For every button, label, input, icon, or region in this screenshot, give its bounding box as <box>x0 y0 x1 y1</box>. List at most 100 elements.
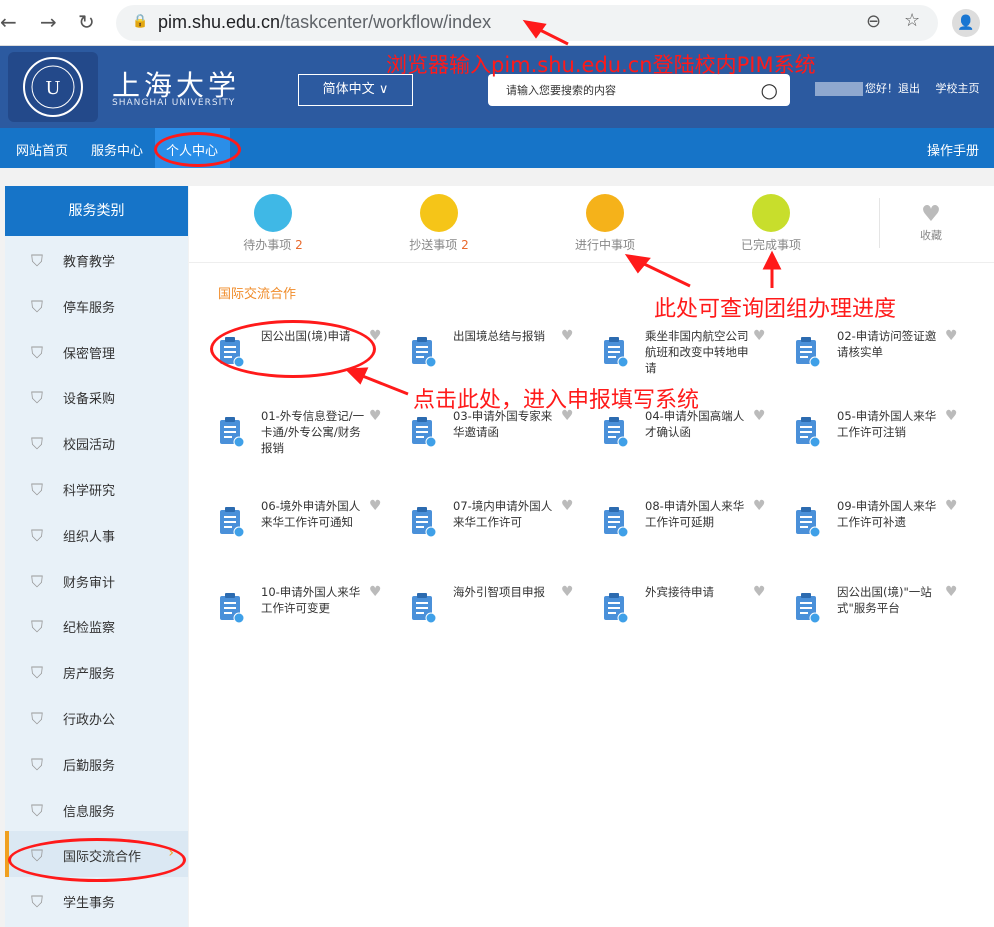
clipboard-icon <box>220 417 245 448</box>
bookmark-star-icon[interactable]: ☆ <box>904 10 920 31</box>
stat-cc[interactable]: 抄送事项 2 <box>379 194 499 253</box>
clipboard-icon <box>796 337 821 368</box>
greeting: 您好！ <box>865 82 898 95</box>
sidebar-item-procurement[interactable]: ⛉ 设备采购 <box>5 373 188 419</box>
clock-icon <box>254 194 292 232</box>
clipboard-icon <box>604 417 629 448</box>
stat-label: 抄送事项 <box>409 238 458 252</box>
shield-icon: ⛉ <box>31 892 44 912</box>
sidebar-item-admin[interactable]: ⛉ 行政办公 <box>5 694 188 740</box>
shield-icon: ⛉ <box>31 800 44 820</box>
heart-icon[interactable]: ♥ <box>369 408 382 424</box>
service-card[interactable]: 09-申请外国人来华工作许可补遗 ♥ <box>795 498 965 568</box>
service-card-label: 10-申请外国人来华工作许可变更 <box>261 585 361 615</box>
service-card[interactable]: 07-境内申请外国人来华工作许可 ♥ <box>411 498 581 568</box>
nav-manual[interactable]: 操作手册 <box>927 140 979 159</box>
sidebar-item-label: 后勤服务 <box>63 758 116 774</box>
service-card[interactable]: 01-外专信息登记/一卡通/外专公寓/财务报销 ♥ <box>219 408 389 478</box>
service-card[interactable]: 02-申请访问签证邀请核实单 ♥ <box>795 328 965 398</box>
service-card[interactable]: 08-申请外国人来华工作许可延期 ♥ <box>603 498 773 568</box>
zoom-icon[interactable]: ⊖ <box>866 11 881 32</box>
stat-todo[interactable]: 待办事项 2 <box>213 194 333 253</box>
sidebar-item-housing[interactable]: ⛉ 房产服务 <box>5 648 188 694</box>
heart-icon[interactable]: ♥ <box>753 408 766 424</box>
stat-completed[interactable]: 已完成事项 <box>711 194 831 253</box>
sidebar-item-campus[interactable]: ⛉ 校园活动 <box>5 419 188 465</box>
heart-icon[interactable]: ♥ <box>945 498 958 514</box>
service-card[interactable]: 04-申请外国高端人才确认函 ♥ <box>603 408 773 478</box>
heart-icon[interactable]: ♥ <box>945 584 958 600</box>
annotation-click: 点击此处，进入申报填写系统 <box>413 388 700 413</box>
nav-service-center[interactable]: 服务中心 <box>91 140 143 159</box>
heart-icon[interactable]: ♥ <box>369 498 382 514</box>
shield-icon: ⛉ <box>31 479 44 499</box>
sidebar-item-secrecy[interactable]: ⛉ 保密管理 <box>5 328 188 374</box>
sidebar-item-student[interactable]: ⛉ 学生事务 <box>5 877 188 923</box>
school-home-link[interactable]: 学校主页 <box>936 82 980 95</box>
nav-home[interactable]: 网站首页 <box>16 140 68 159</box>
username-redacted <box>815 82 863 96</box>
sidebar-item-label: 教育教学 <box>63 255 116 270</box>
sidebar-item-education[interactable]: ⛉ 教育教学 <box>5 236 188 282</box>
sidebar-item-label: 设备采购 <box>63 392 116 408</box>
clipboard-icon <box>604 507 629 538</box>
url-path: /taskcenter/workflow/index <box>280 12 492 32</box>
sidebar-item-label: 房产服务 <box>63 667 116 683</box>
clipboard-icon <box>220 507 245 538</box>
sidebar: 服务类别 ⛉ 教育教学 ⛉ 停车服务 ⛉ 保密管理 ⛉ 设备采购 ⛉ 校园活动 ⛉ 科学研究… <box>5 186 188 927</box>
favorites-label: 收藏 <box>920 229 942 242</box>
service-card[interactable]: 因公出国(境)"一站式"服务平台 ♥ <box>795 584 965 654</box>
shield-icon: ⛉ <box>31 525 44 545</box>
service-card-label: 出国境总结与报销 <box>453 329 545 343</box>
sidebar-item-label: 学生事务 <box>63 896 116 912</box>
stat-label: 待办事项 <box>243 238 292 252</box>
back-icon[interactable]: ← <box>0 10 17 34</box>
sidebar-item-personnel[interactable]: ⛉ 组织人事 <box>5 511 188 557</box>
service-card[interactable]: 06-境外申请外国人来华工作许可通知 ♥ <box>219 498 389 568</box>
heart-icon[interactable]: ♥ <box>561 584 574 600</box>
service-card[interactable]: 03-申请外国专家来华邀请函 ♥ <box>411 408 581 478</box>
heart-icon[interactable]: ♥ <box>369 584 382 600</box>
sidebar-item-logistics[interactable]: ⛉ 后勤服务 <box>5 740 188 786</box>
stat-label: 进行中事项 <box>574 238 635 252</box>
heart-icon[interactable]: ♥ <box>945 408 958 424</box>
university-seal-icon: U <box>8 52 98 122</box>
favorites-button[interactable]: ♥ 收藏 <box>879 202 983 243</box>
address-bar[interactable]: 🔒 pim.shu.edu.cn/taskcenter/workflow/ind… <box>116 5 938 41</box>
service-card[interactable]: 05-申请外国人来华工作许可注销 ♥ <box>795 408 965 478</box>
service-card-label: 外宾接待申请 <box>645 585 714 599</box>
sidebar-item-research[interactable]: ⛉ 科学研究 <box>5 465 188 511</box>
stat-count: 2 <box>295 238 303 252</box>
clipboard-icon <box>412 337 437 368</box>
browser-bar: ← → ↻ 🔒 pim.shu.edu.cn/taskcenter/workfl… <box>0 0 994 46</box>
shield-icon: ⛉ <box>31 663 44 683</box>
sidebar-item-label: 行政办公 <box>63 712 116 728</box>
service-card[interactable]: 海外引智项目申报 ♥ <box>411 584 581 654</box>
clipboard-icon <box>796 417 821 448</box>
heart-icon[interactable]: ♥ <box>561 328 574 344</box>
reload-icon[interactable]: ↻ <box>78 10 95 34</box>
heart-icon[interactable]: ♥ <box>753 584 766 600</box>
service-card[interactable]: 10-申请外国人来华工作许可变更 ♥ <box>219 584 389 654</box>
service-card-label: 海外引智项目申报 <box>453 585 545 599</box>
search-icon[interactable]: ○ <box>761 78 778 102</box>
clipboard-icon <box>796 507 821 538</box>
forward-icon[interactable]: → <box>40 10 57 34</box>
profile-icon[interactable]: 👤 <box>952 9 980 37</box>
clipboard-icon <box>412 593 437 624</box>
shield-icon: ⛉ <box>31 342 44 362</box>
heart-icon[interactable]: ♥ <box>753 498 766 514</box>
clipboard-icon <box>412 417 437 448</box>
send-icon <box>420 194 458 232</box>
clipboard-icon <box>220 593 245 624</box>
heart-icon[interactable]: ♥ <box>945 328 958 344</box>
sidebar-item-discipline[interactable]: ⛉ 纪检监察 <box>5 602 188 648</box>
heart-icon[interactable]: ♥ <box>753 328 766 344</box>
sidebar-item-parking[interactable]: ⛉ 停车服务 <box>5 282 188 328</box>
logout-link[interactable]: 退出 <box>898 82 920 95</box>
sidebar-item-finance[interactable]: ⛉ 财务审计 <box>5 557 188 603</box>
heart-icon[interactable]: ♥ <box>561 498 574 514</box>
service-card[interactable]: 外宾接待申请 ♥ <box>603 584 773 654</box>
sidebar-item-info[interactable]: ⛉ 信息服务 <box>5 786 188 832</box>
stat-in-progress[interactable]: 进行中事项 <box>545 194 665 253</box>
